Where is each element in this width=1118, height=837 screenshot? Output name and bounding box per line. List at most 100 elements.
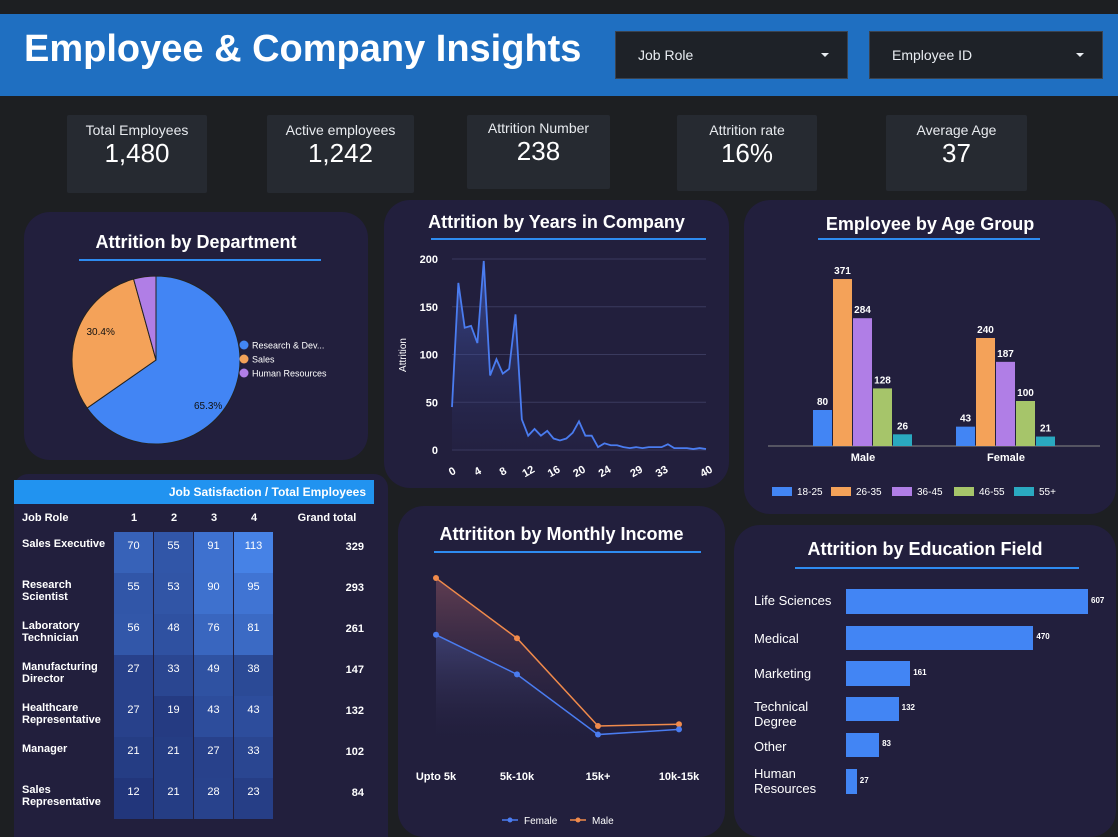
column-header: 4 xyxy=(250,512,258,524)
data-point xyxy=(433,631,439,638)
chevron-down-icon xyxy=(821,53,829,57)
bar xyxy=(1036,436,1055,446)
legend-label: Female xyxy=(524,816,558,827)
bar-data-label: 470 xyxy=(1036,632,1050,641)
bar-data-label: 161 xyxy=(913,667,927,677)
table-cell: 27 xyxy=(114,696,153,737)
row-label: Healthcare Representative xyxy=(22,702,101,726)
bar-data-label: 43 xyxy=(960,414,972,425)
data-point xyxy=(514,671,520,678)
kpi-value: 1,242 xyxy=(307,138,374,168)
bar xyxy=(846,733,880,757)
bar xyxy=(813,410,832,446)
edu-card: Attrition by Education Field Life Scienc… xyxy=(734,525,1116,837)
table-cell: 113 xyxy=(234,532,273,573)
table-row: Sales Executive 70 55 91 113 329 xyxy=(14,532,374,573)
column-header: Grand total xyxy=(297,512,357,524)
age-card: Employee by Age Group 80 371 284 128 26 Male 4… xyxy=(744,200,1116,514)
table-cell: 76 xyxy=(194,614,233,655)
data-point xyxy=(595,731,601,738)
bar-data-label: 21 xyxy=(1040,424,1052,435)
y-tick-label: Life Sciences xyxy=(754,593,832,608)
column-header: 2 xyxy=(170,512,178,524)
bar xyxy=(893,434,912,446)
row-total: 102 xyxy=(345,746,364,758)
x-tick-label: 40 xyxy=(698,464,715,481)
table-cell: 90 xyxy=(194,573,233,614)
bar xyxy=(833,279,852,446)
column-header: 1 xyxy=(130,512,138,524)
table-cell: 21 xyxy=(114,737,153,778)
table-cell: 19 xyxy=(154,696,193,737)
legend-marker xyxy=(831,487,851,496)
data-point xyxy=(676,721,682,728)
bar-data-label: 26 xyxy=(897,421,909,432)
bar-data-label: 83 xyxy=(882,739,891,748)
table-row: Manager 21 21 27 33 102 xyxy=(14,737,374,778)
job-role-dropdown[interactable]: Job Role xyxy=(615,31,848,79)
kpi-attrition-rate: Attrition rate 16% xyxy=(677,115,817,191)
header-bar: Employee & Company Insights Job Role Emp… xyxy=(0,14,1118,96)
table-cell: 12 xyxy=(114,778,153,819)
x-tick-label: 20 xyxy=(571,464,588,481)
bar-data-label: 187 xyxy=(997,349,1014,360)
employee-id-dropdown-label: Employee ID xyxy=(892,47,973,63)
row-total: 132 xyxy=(345,705,364,717)
row-total: 84 xyxy=(351,787,364,799)
y-tick-label: Human Resources xyxy=(754,766,817,796)
bar xyxy=(846,626,1034,650)
bar xyxy=(996,361,1015,446)
top-strip xyxy=(0,0,1118,14)
table-cell: 81 xyxy=(234,614,273,655)
bar xyxy=(1016,401,1035,446)
dept-card: Attrition by Department 65.3% 30.4% Resear… xyxy=(24,212,368,460)
table-cell: 43 xyxy=(234,696,273,737)
x-tick-label: Female xyxy=(987,452,1025,464)
x-tick-label: Upto 5k xyxy=(416,771,457,783)
table-row: Sales Representative 12 21 28 23 84 xyxy=(14,778,374,819)
row-label: Manager xyxy=(22,743,68,755)
table-cell: 27 xyxy=(194,737,233,778)
y-tick-label: Other xyxy=(754,739,787,754)
pie-data-label: 65.3% xyxy=(194,401,222,412)
legend-label: Sales xyxy=(252,355,275,365)
column-header: Job Role xyxy=(22,512,69,524)
y-tick-label: 0 xyxy=(432,445,438,457)
column-header: 3 xyxy=(210,512,218,524)
y-tick-label: Technical Degree xyxy=(754,699,809,729)
table-cell: 38 xyxy=(234,655,273,696)
bar-data-label: 132 xyxy=(901,703,915,712)
chevron-down-icon xyxy=(1076,53,1084,57)
income-card: Attrititon by Monthly Income Upto 5k 5k-1… xyxy=(398,506,725,837)
legend-marker-dot xyxy=(575,817,581,823)
bar-data-label: 284 xyxy=(854,305,871,316)
legend-label: 26-35 xyxy=(856,487,882,498)
years-area-chart: 0 50 100 150 200 Attrition 0 4 8 12 16 20 24 29 33 40 xyxy=(398,254,715,481)
x-tick-label: Male xyxy=(851,452,875,464)
legend-label: Human Resources xyxy=(252,369,327,379)
x-tick-label: 5k-10k xyxy=(500,771,535,783)
edu-bar-chart: Life Sciences 607 Medical 470 Marketing 161 Te… xyxy=(734,525,1116,837)
x-tick-label: 29 xyxy=(628,464,645,481)
legend-marker xyxy=(1014,487,1034,496)
table-cell: 70 xyxy=(114,532,153,573)
row-total: 261 xyxy=(345,623,364,635)
bar-data-label: 240 xyxy=(977,325,994,336)
job-role-dropdown-label: Job Role xyxy=(638,47,694,63)
kpi-value: 238 xyxy=(516,136,561,166)
x-tick-label: 12 xyxy=(520,464,537,481)
data-point xyxy=(676,726,682,733)
bar-data-label: 27 xyxy=(859,775,869,785)
legend-label: 46-55 xyxy=(979,487,1005,498)
employee-id-dropdown[interactable]: Employee ID xyxy=(869,31,1103,79)
years-card: Attrition by Years in Company 0 50 100 150 2… xyxy=(384,200,729,488)
table-header-row: Job Role 1 2 3 4 Grand total xyxy=(14,504,374,532)
kpi-value: 37 xyxy=(942,138,971,168)
table-cell: 95 xyxy=(234,573,273,614)
legend-label: Male xyxy=(592,816,614,827)
table-row: Laboratory Technician 56 48 76 81 261 xyxy=(14,614,374,655)
table-row: Research Scientist 55 53 90 95 293 xyxy=(14,573,374,614)
legend-marker xyxy=(772,487,792,496)
legend-label: 55+ xyxy=(1039,487,1056,498)
kpi-value: 1,480 xyxy=(104,138,170,168)
